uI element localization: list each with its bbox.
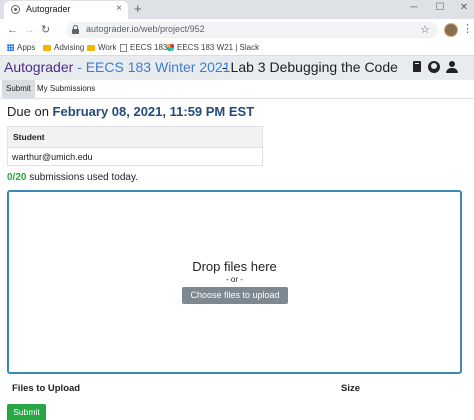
slack-icon — [167, 44, 174, 52]
bookmark-star-icon[interactable]: ☆ — [420, 23, 430, 36]
student-column-header: Student — [13, 132, 45, 142]
user-icon[interactable] — [445, 60, 459, 74]
submissions-text: submissions used today. — [26, 172, 139, 183]
maximize-window-button[interactable]: ☐ — [430, 1, 450, 15]
bookmark-eecs183[interactable]: EECS 183 — [120, 42, 167, 54]
student-table-header: Student — [8, 127, 262, 148]
forward-arrow-icon[interactable]: → — [24, 23, 35, 37]
due-date: Due on February 08, 2021, 11:59 PM EST — [7, 104, 254, 119]
brand-title[interactable]: Autograder - EECS 183 Winter 2021 — [4, 59, 230, 75]
brand-name: Autograder — [4, 59, 74, 75]
page-icon — [120, 43, 127, 52]
bookmark-advising[interactable]: Advising — [43, 42, 84, 54]
submissions-count: 0/20 — [7, 172, 27, 183]
profile-avatar[interactable] — [444, 23, 458, 37]
close-window-button[interactable]: ✕ — [454, 1, 474, 15]
drop-files-label: Drop files here — [192, 259, 277, 274]
browser-menu-icon[interactable]: ⋮ — [462, 22, 473, 36]
browser-tabstrip: Autograder × + ─ ☐ ✕ — [0, 0, 474, 19]
student-table: Student warthur@umich.edu — [7, 126, 263, 166]
apps-grid-icon — [7, 44, 14, 52]
browser-tab-title: Autograder — [26, 4, 71, 14]
submit-button[interactable]: Submit — [7, 404, 46, 420]
new-tab-button[interactable]: + — [134, 1, 142, 17]
book-icon[interactable] — [410, 60, 424, 74]
back-arrow-icon[interactable]: ← — [7, 23, 18, 37]
size-header: Size — [341, 383, 361, 394]
due-prefix: Due on — [7, 104, 53, 119]
files-to-upload-header: Files to Upload — [12, 383, 81, 394]
student-email: warthur@umich.edu — [12, 152, 93, 162]
github-icon[interactable] — [427, 60, 441, 74]
file-dropzone[interactable]: Drop files here - or - Choose files to u… — [7, 190, 462, 374]
folder-icon — [87, 44, 95, 51]
browser-tab[interactable]: Autograder × — [4, 1, 128, 19]
bookmark-slack[interactable]: EECS 183 W21 | Slack — [167, 42, 259, 54]
address-bar[interactable]: autograder.io/web/project/952 ☆ — [66, 22, 438, 38]
due-date-value: February 08, 2021, 11:59 PM EST — [52, 104, 255, 119]
browser-toolbar: ← → ↻ autograder.io/web/project/952 ☆ ⋮ — [0, 19, 474, 41]
address-url[interactable]: autograder.io/web/project/952 — [86, 24, 205, 34]
close-tab-icon[interactable]: × — [116, 3, 122, 14]
tab-submit[interactable]: Submit — [2, 80, 35, 98]
bookmarks-bar: Apps Advising Work EECS 183 EECS 183 W21… — [0, 41, 474, 56]
choose-files-button[interactable]: Choose files to upload — [182, 287, 288, 304]
tab-my-submissions[interactable]: My Submissions — [33, 80, 99, 98]
autograder-favicon-icon — [11, 5, 20, 14]
bookmark-apps[interactable]: Apps — [7, 42, 35, 54]
lock-icon — [72, 25, 79, 34]
submissions-used: 0/20 submissions used today. — [7, 172, 138, 183]
minimize-window-button[interactable]: ─ — [404, 1, 424, 15]
folder-icon — [43, 44, 51, 51]
course-name: - EECS 183 Winter 2021 — [73, 59, 231, 75]
project-tabs: Submit My Submissions — [0, 80, 474, 99]
bookmark-work[interactable]: Work — [87, 42, 117, 54]
drop-or-label: - or - — [226, 275, 243, 284]
app-header: Autograder - EECS 183 Winter 2021 - Lab … — [0, 56, 474, 80]
project-title: - Lab 3 Debugging the Code — [222, 59, 398, 75]
reload-icon[interactable]: ↻ — [41, 23, 50, 37]
